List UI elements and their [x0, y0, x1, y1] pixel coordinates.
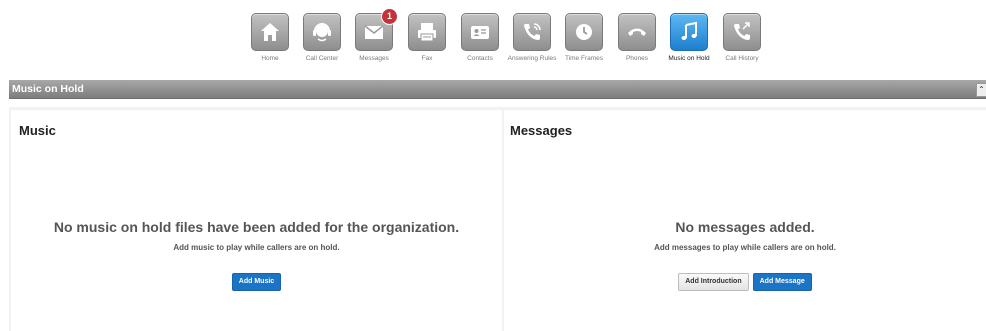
nav-call-center[interactable]: Call Center: [296, 13, 348, 63]
nav-label-messages: Messages: [359, 55, 389, 62]
content-area: Music No music on hold files have been a…: [9, 107, 986, 331]
headset-icon: [303, 13, 341, 51]
messages-badge: 1: [381, 8, 398, 25]
phone-rules-icon: [513, 13, 551, 51]
nav-label-call-center: Call Center: [305, 55, 339, 62]
nav-music-on-hold[interactable]: Music on Hold: [663, 13, 715, 63]
nav-label-phones: Phones: [625, 55, 649, 62]
nav-answering-rules[interactable]: Answering Rules: [506, 13, 558, 63]
add-message-button[interactable]: Add Message: [752, 273, 812, 291]
music-note-icon: [670, 13, 708, 51]
music-panel: Music No music on hold files have been a…: [11, 110, 502, 331]
section-titlebar: Music on Hold ⌃: [9, 80, 986, 99]
nav-label-contacts: Contacts: [467, 55, 493, 62]
nav-label-fax: Fax: [421, 55, 433, 62]
messages-heading: Messages: [510, 123, 573, 138]
call-history-icon: [723, 13, 761, 51]
add-music-button[interactable]: Add Music: [231, 273, 282, 291]
contact-card-icon: [461, 13, 499, 51]
messages-panel: Messages No messages added. Add messages…: [504, 110, 986, 331]
messages-empty-subtitle: Add messages to play while callers are o…: [654, 243, 836, 252]
page-title: Music on Hold: [12, 83, 84, 95]
clock-icon: [565, 13, 603, 51]
nav-phones[interactable]: Phones: [611, 13, 663, 63]
nav-label-music-on-hold: Music on Hold: [668, 55, 710, 62]
nav-time-frames[interactable]: Time Frames: [558, 13, 610, 63]
nav-label-call-history: Call History: [725, 55, 759, 62]
collapse-icon[interactable]: ⌃: [976, 83, 986, 97]
nav-label-answering-rules: Answering Rules: [507, 55, 557, 62]
music-empty-subtitle: Add music to play while callers are on h…: [173, 243, 340, 252]
music-heading: Music: [19, 123, 56, 138]
nav-label-home: Home: [261, 55, 279, 62]
nav-call-history[interactable]: Call History: [716, 13, 768, 63]
nav-label-time-frames: Time Frames: [564, 55, 604, 62]
home-icon: [251, 13, 289, 51]
envelope-icon: 1: [355, 8, 398, 51]
nav-home[interactable]: Home: [244, 13, 296, 63]
nav-messages[interactable]: 1 Messages: [348, 8, 400, 63]
messages-empty-title: No messages added.: [675, 219, 815, 235]
nav-contacts[interactable]: Contacts: [454, 13, 506, 63]
fax-icon: [408, 13, 446, 51]
music-empty-title: No music on hold files have been added f…: [53, 219, 460, 235]
messages-actions: Add Introduction Add Message: [504, 273, 986, 291]
music-actions: Add Music: [11, 273, 502, 291]
add-introduction-button[interactable]: Add Introduction: [678, 273, 749, 291]
nav-fax[interactable]: Fax: [401, 13, 453, 63]
handset-icon: [618, 13, 656, 51]
